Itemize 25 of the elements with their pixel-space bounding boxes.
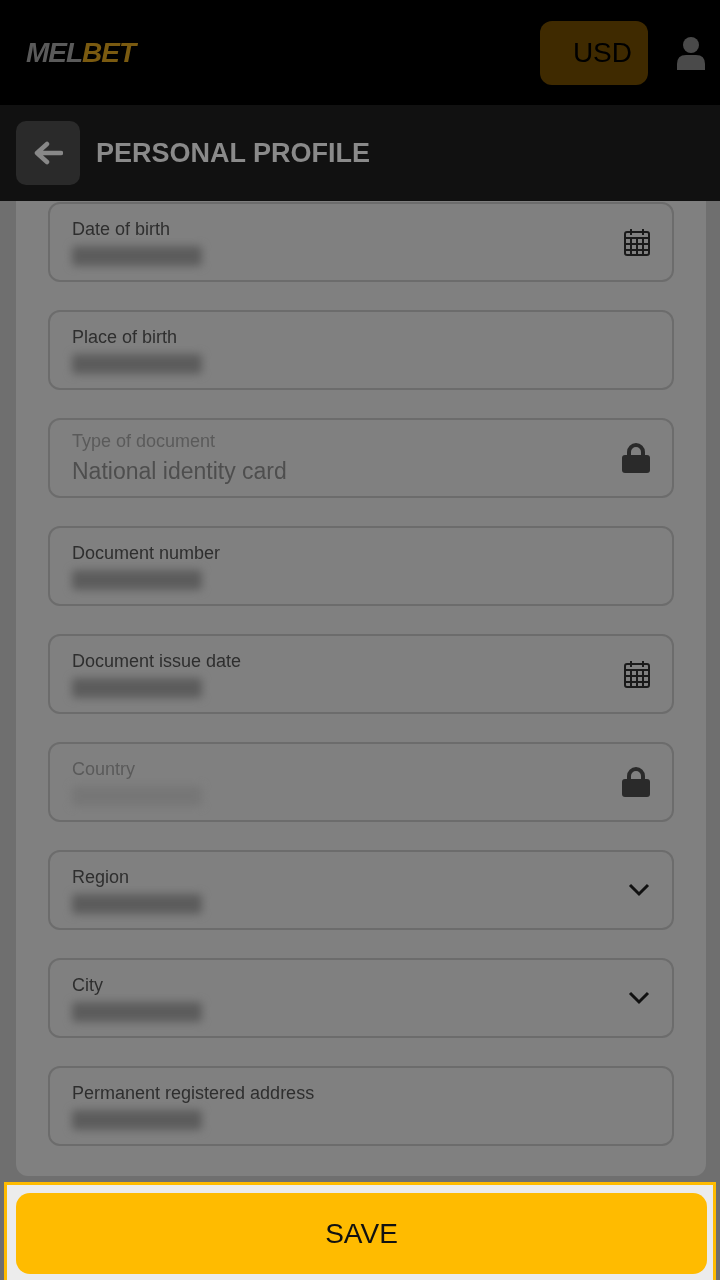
calendar-icon[interactable] <box>624 660 650 688</box>
calendar-icon[interactable] <box>624 228 650 256</box>
field-label: Place of birth <box>72 326 178 348</box>
chevron-down-icon[interactable] <box>628 991 650 1005</box>
logo: MELBET <box>26 36 136 69</box>
input-field[interactable]: Place of birth <box>48 310 674 390</box>
input-field[interactable]: Region <box>48 850 674 930</box>
field-label: Document issue date <box>72 650 242 672</box>
field-label: City <box>72 974 103 996</box>
lock-icon <box>622 443 650 473</box>
chevron-down-icon[interactable] <box>628 883 650 897</box>
field-label: Document number <box>72 542 221 564</box>
back-button[interactable] <box>16 121 80 185</box>
input-field[interactable]: City <box>48 958 674 1038</box>
save-button[interactable]: SAVE <box>16 1193 707 1274</box>
input-field[interactable]: Permanent registered address <box>48 1066 674 1146</box>
field-label: Region <box>72 866 130 888</box>
lock-icon <box>622 767 650 797</box>
input-field[interactable]: Document number <box>48 526 674 606</box>
page-title: PERSONAL PROFILE <box>96 137 371 169</box>
input-field[interactable]: Document issue date <box>48 634 674 714</box>
field-label: Permanent registered address <box>72 1082 315 1104</box>
input-field[interactable]: Date of birth <box>48 202 674 282</box>
back-arrow-icon[interactable] <box>33 141 63 165</box>
field-label: Date of birth <box>72 218 171 240</box>
